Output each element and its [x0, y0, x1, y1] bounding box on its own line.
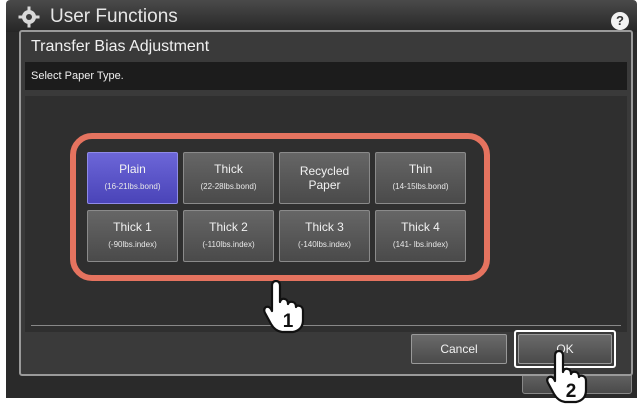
app-title: User Functions [50, 6, 178, 27]
paper-weight: (-110lbs.index) [202, 240, 255, 249]
paper-recycled-button[interactable]: Recycled Paper [279, 152, 370, 204]
paper-label: Thick [214, 162, 243, 176]
divider [31, 325, 621, 326]
help-button[interactable]: ? [611, 12, 629, 30]
transfer-bias-dialog: Transfer Bias Adjustment Select Paper Ty… [19, 30, 633, 376]
paper-type-panel: Plain (16-21lbs.bond) Thick (22-28lbs.bo… [25, 96, 627, 332]
paper-label: Thin [408, 162, 433, 176]
dialog-title: Transfer Bias Adjustment [31, 38, 210, 55]
app-header: User Functions ? [6, 0, 637, 32]
paper-thick3-button[interactable]: Thick 3 (-140lbs.index) [279, 210, 370, 262]
step-number: 2 [566, 381, 577, 402]
paper-label: Thick 4 [401, 220, 440, 234]
paper-weight: (22-28lbs.bond) [200, 182, 257, 191]
paper-thin-button[interactable]: Thin (14-15lbs.bond) [375, 152, 466, 204]
step-number: 1 [283, 311, 294, 332]
paper-label: Recycled Paper [299, 164, 350, 192]
paper-thick-button[interactable]: Thick (22-28lbs.bond) [183, 152, 274, 204]
paper-label: Thick 3 [305, 220, 344, 234]
hand-pointer-icon: 2 [546, 350, 588, 404]
paper-label: Plain [119, 162, 146, 176]
cancel-button[interactable]: Cancel [411, 334, 507, 364]
paper-plain-button[interactable]: Plain (16-21lbs.bond) [87, 152, 178, 204]
paper-weight: (16-21lbs.bond) [104, 182, 161, 191]
paper-label: Thick 1 [113, 220, 152, 234]
paper-thick4-button[interactable]: Thick 4 (141- lbs.index) [375, 210, 466, 262]
paper-weight: (14-15lbs.bond) [392, 182, 449, 191]
paper-weight: (141- lbs.index) [392, 240, 449, 249]
paper-label: Thick 2 [209, 220, 248, 234]
hand-pointer-icon: 1 [263, 280, 305, 334]
paper-weight: (-140lbs.index) [298, 240, 351, 249]
paper-thick2-button[interactable]: Thick 2 (-110lbs.index) [183, 210, 274, 262]
gear-icon [18, 6, 40, 28]
instruction-text: Select Paper Type. [25, 62, 627, 90]
paper-weight: (-90lbs.index) [108, 240, 157, 249]
paper-thick1-button[interactable]: Thick 1 (-90lbs.index) [87, 210, 178, 262]
